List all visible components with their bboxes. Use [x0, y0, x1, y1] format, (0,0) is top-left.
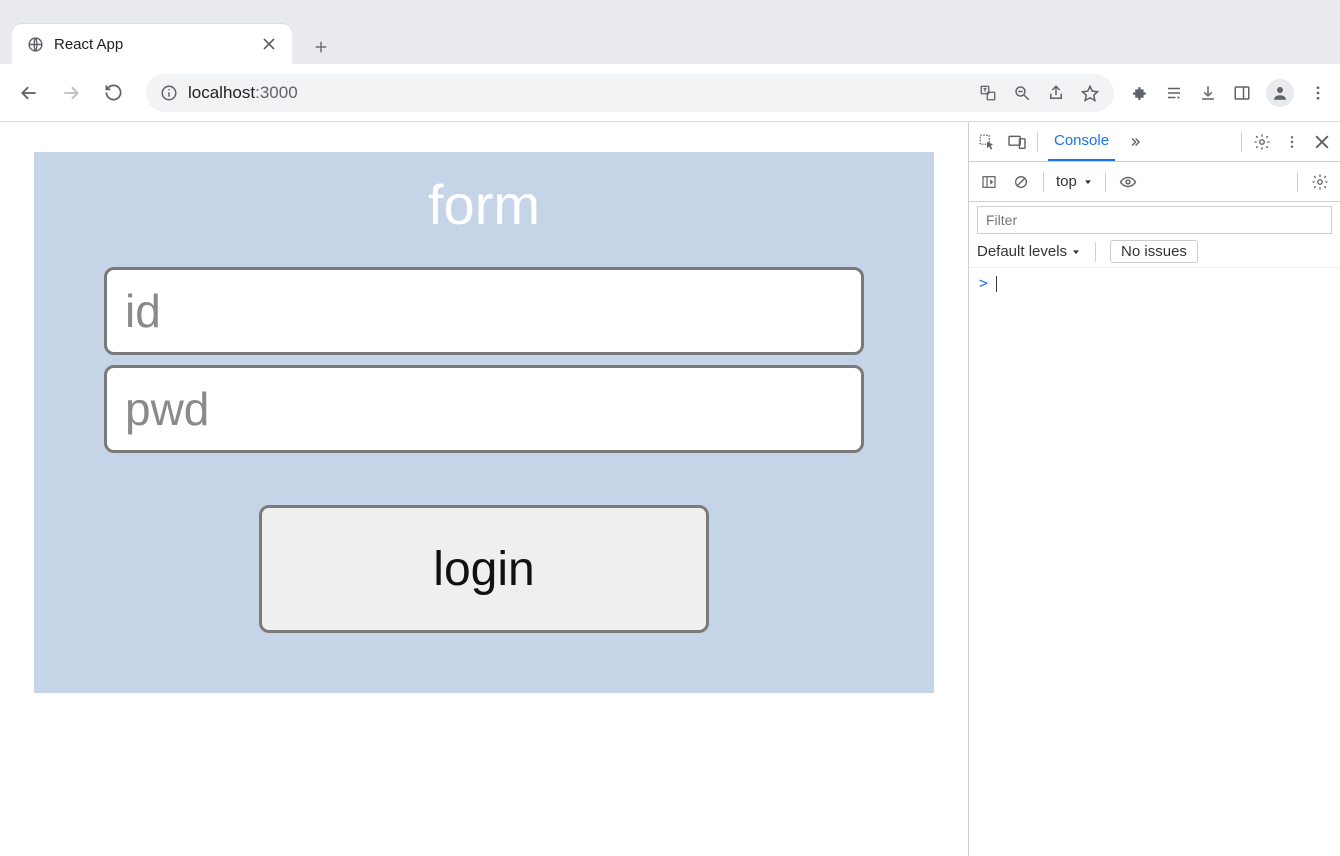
zoom-icon[interactable]	[1012, 83, 1032, 103]
bookmark-star-icon[interactable]	[1080, 83, 1100, 103]
clear-console-icon[interactable]	[1011, 172, 1031, 192]
browser-menu-icon[interactable]	[1308, 83, 1328, 103]
extensions-icon[interactable]	[1130, 83, 1150, 103]
side-panel-icon[interactable]	[1232, 83, 1252, 103]
profile-avatar[interactable]	[1266, 79, 1294, 107]
console-cursor	[996, 276, 997, 292]
nav-reload-button[interactable]	[96, 76, 130, 110]
log-levels-selector[interactable]: Default levels	[977, 243, 1081, 260]
devtools-settings-icon[interactable]	[1252, 132, 1272, 152]
tab-title: React App	[54, 36, 260, 53]
devtools-menu-icon[interactable]	[1282, 132, 1302, 152]
console-filter-input[interactable]	[977, 206, 1332, 234]
device-toolbar-icon[interactable]	[1007, 132, 1027, 152]
page-viewport: form login	[0, 122, 968, 856]
console-output[interactable]: >	[969, 268, 1340, 856]
form-title: form	[428, 172, 540, 237]
devtools-panel: Console top	[968, 122, 1340, 856]
extension-icons	[1130, 79, 1328, 107]
browser-tab[interactable]: React App	[12, 24, 292, 64]
site-info-icon[interactable]	[160, 84, 178, 102]
browser-toolbar: localhost:3000	[0, 64, 1340, 122]
inspect-element-icon[interactable]	[977, 132, 997, 152]
share-icon[interactable]	[1046, 83, 1066, 103]
devtools-tabbar: Console	[969, 122, 1340, 162]
console-settings-icon[interactable]	[1310, 172, 1330, 192]
tab-close-icon[interactable]	[260, 35, 278, 53]
translate-icon[interactable]	[978, 83, 998, 103]
address-bar[interactable]: localhost:3000	[146, 74, 1114, 112]
console-sidebar-toggle-icon[interactable]	[979, 172, 999, 192]
nav-back-button[interactable]	[12, 76, 46, 110]
globe-icon	[26, 35, 44, 53]
live-expression-icon[interactable]	[1118, 172, 1138, 192]
chevron-down-icon	[1083, 177, 1093, 187]
login-form: form login	[34, 152, 934, 693]
reading-list-icon[interactable]	[1164, 83, 1184, 103]
browser-tabstrip: React App	[0, 16, 1340, 64]
downloads-icon[interactable]	[1198, 83, 1218, 103]
console-prompt-caret: >	[979, 274, 988, 292]
id-input[interactable]	[104, 267, 864, 355]
login-button[interactable]: login	[259, 505, 709, 633]
nav-forward-button[interactable]	[54, 76, 88, 110]
issues-badge[interactable]: No issues	[1110, 240, 1198, 263]
execution-context-selector[interactable]: top	[1056, 173, 1093, 190]
devtools-tab-console[interactable]: Console	[1048, 122, 1115, 161]
new-tab-button[interactable]	[304, 30, 338, 64]
devtools-console-toolbar: top	[969, 162, 1340, 202]
devtools-close-icon[interactable]	[1312, 132, 1332, 152]
password-input[interactable]	[104, 365, 864, 453]
console-filter-bar: Default levels No issues	[969, 202, 1340, 268]
url-text: localhost:3000	[188, 83, 298, 103]
chevron-down-icon	[1071, 247, 1081, 257]
more-tabs-icon[interactable]	[1125, 132, 1145, 152]
